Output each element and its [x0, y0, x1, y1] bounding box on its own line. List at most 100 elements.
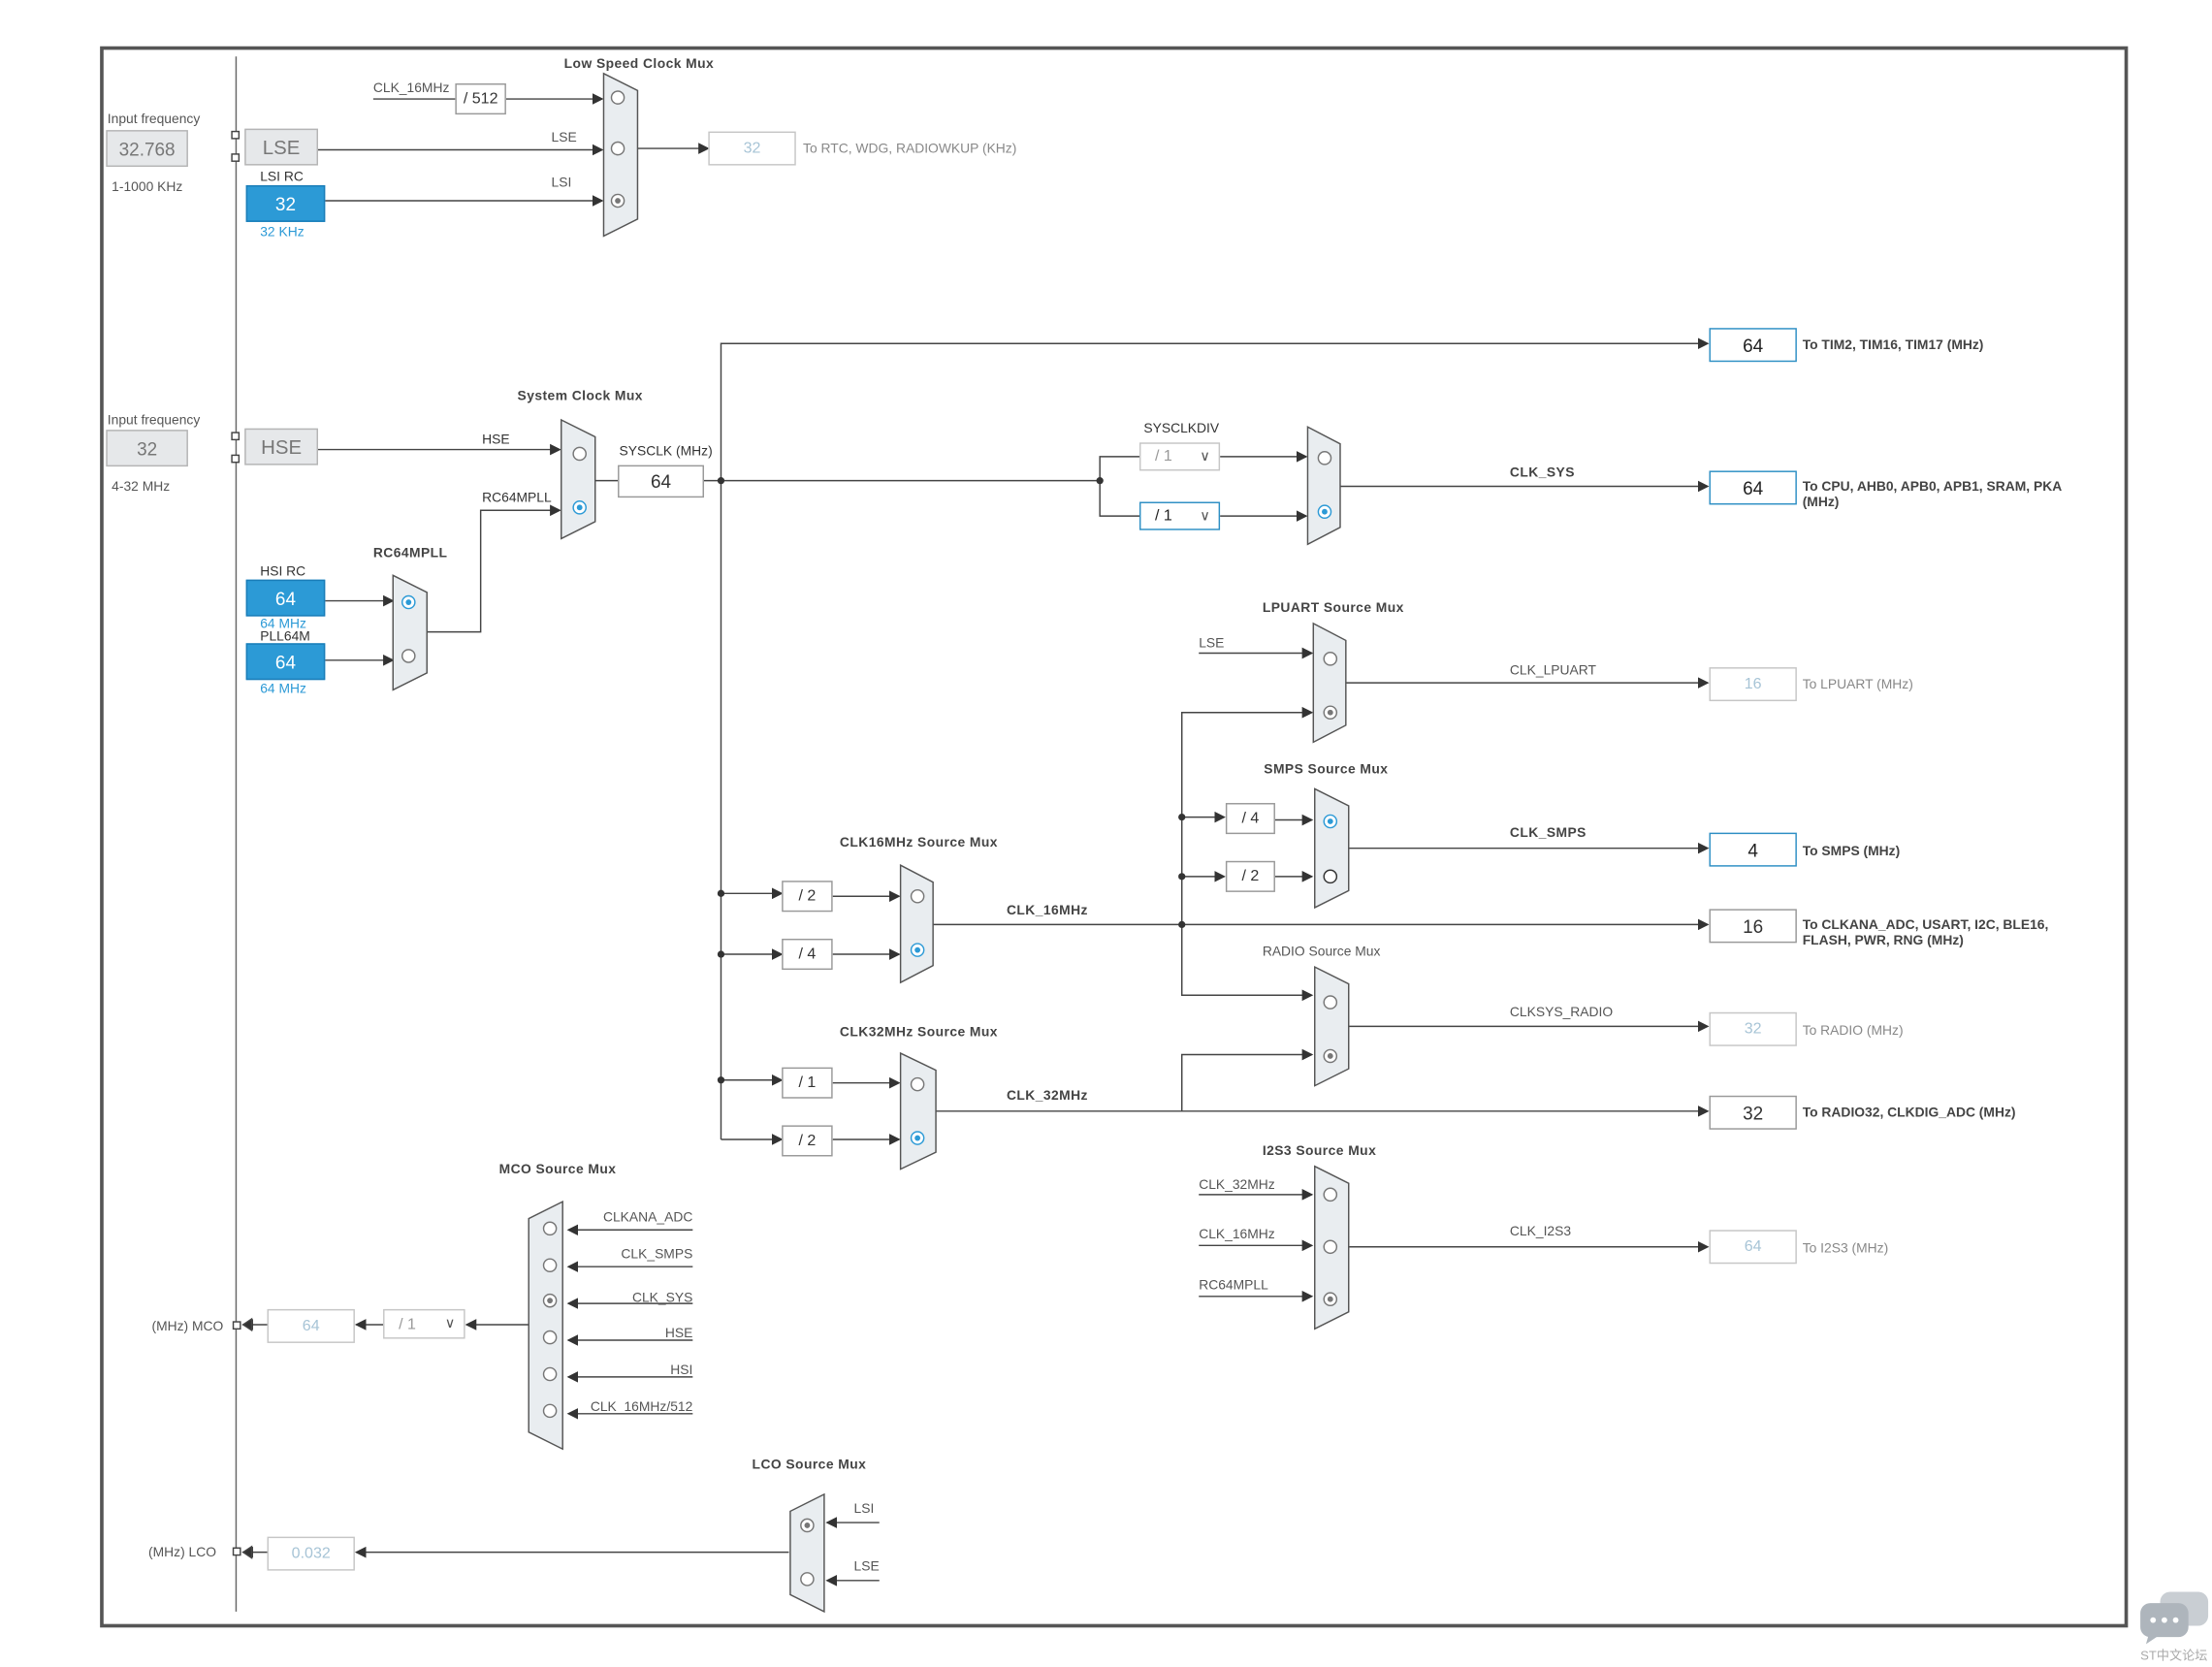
mco-in-4-label: HSI [670, 1362, 693, 1379]
lco-output-label: (MHz) LCO [148, 1545, 217, 1561]
smps-radio-div2[interactable] [1323, 869, 1338, 884]
clk32-output-label: To RADIO32, CLKDIG_ADC (MHz) [1802, 1105, 2016, 1122]
mco-radio-1[interactable] [542, 1258, 558, 1273]
rtc-wdg-output-field[interactable]: 32 [708, 131, 796, 166]
clock-tree-canvas: Input frequency 32.768 1-1000 KHz LSE LS… [0, 0, 2212, 1667]
clk-smps-signal-label: CLK_SMPS [1509, 825, 1587, 842]
smps-div4-block: / 4 [1225, 803, 1275, 835]
hsi-rc-block[interactable]: 64 [245, 579, 326, 617]
radio-radio-clk32[interactable] [1323, 1048, 1338, 1064]
radio-radio-clk16[interactable] [1323, 995, 1338, 1010]
clk32-output-field[interactable]: 32 [1709, 1095, 1797, 1130]
clk-i2s3-signal-label: CLK_I2S3 [1509, 1224, 1572, 1240]
lse-source-block[interactable]: LSE [244, 128, 319, 166]
lpuart-in-lse-label: LSE [1199, 636, 1225, 653]
hsi-rc-title: HSI RC [260, 563, 306, 580]
lsi-rc-title: LSI RC [260, 169, 304, 185]
clk32-radio-div1[interactable] [910, 1076, 925, 1092]
lsi-unit-label: 32 KHz [260, 224, 305, 240]
clk16-output-label: To CLKANA_ADC, USART, I2C, BLE16, FLASH,… [1802, 917, 2049, 949]
cpu-output-label: To CPU, AHB0, APB0, APB1, SRAM, PKA (MHz… [1802, 479, 2062, 511]
tim-output-field[interactable]: 64 [1709, 328, 1797, 363]
sysclk-output-field[interactable]: 64 [618, 465, 704, 498]
clk16-output-field[interactable]: 16 [1709, 909, 1797, 944]
clk16-radio-div4[interactable] [910, 943, 925, 957]
mco-divider-dropdown[interactable]: / 1 ∨ [383, 1308, 465, 1339]
clk-sys-signal-label: CLK_SYS [1509, 465, 1575, 481]
lco-in-lsi-label: LSI [853, 1501, 875, 1518]
i2s3-radio-clk32[interactable] [1323, 1187, 1338, 1202]
i2s3-output-field[interactable]: 64 [1709, 1230, 1797, 1265]
tim-output-label: To TIM2, TIM16, TIM17 (MHz) [1802, 337, 1984, 354]
lsi-rc-block[interactable]: 32 [245, 184, 326, 222]
hse-source-block[interactable]: HSE [244, 428, 319, 465]
low-speed-in-lse-label: LSE [551, 130, 577, 146]
sysclkdiv-radio-a[interactable] [1317, 451, 1332, 465]
radio-output-field[interactable]: 32 [1709, 1011, 1797, 1046]
smps-radio-div4[interactable] [1323, 814, 1338, 829]
sysclkdiv-dropdown-a[interactable]: / 1 ∨ [1138, 442, 1221, 471]
mco-radio-2[interactable] [542, 1293, 558, 1308]
radio-output-label: To RADIO (MHz) [1802, 1023, 1904, 1040]
clk16-div4-block: / 4 [782, 938, 833, 971]
i2s3-radio-rc64mpll[interactable] [1323, 1292, 1338, 1307]
low-speed-radio-lse[interactable] [610, 141, 625, 156]
rc64mpll-title: RC64MPLL [372, 545, 448, 561]
clk32-mux-title: CLK32MHz Source Mux [839, 1024, 998, 1041]
mco-radio-4[interactable] [542, 1366, 558, 1382]
i2s3-mux-title: I2S3 Source Mux [1262, 1143, 1377, 1160]
sysclkdiv-dropdown-b[interactable]: / 1 ∨ [1138, 501, 1221, 530]
mco-output-field[interactable]: 64 [267, 1308, 355, 1343]
low-speed-in-clk16-label: CLK_16MHz [372, 80, 450, 97]
lco-radio-lse[interactable] [800, 1572, 815, 1587]
sysclkdiv-dropdown-b-value: / 1 [1155, 507, 1172, 525]
low-speed-in-lsi-label: LSI [551, 175, 572, 191]
clk32-div2-block: / 2 [782, 1125, 833, 1157]
i2s3-in-a-label: CLK_32MHz [1199, 1177, 1275, 1194]
chevron-down-icon: ∨ [1200, 449, 1210, 465]
smps-mux-title: SMPS Source Mux [1264, 761, 1389, 778]
low-speed-radio-clk16[interactable] [610, 90, 625, 105]
smps-div2-block: / 2 [1225, 860, 1275, 892]
lpuart-mux-title: LPUART Source Mux [1262, 600, 1404, 617]
clk32-radio-div2[interactable] [910, 1131, 925, 1145]
hse-range-label: 4-32 MHz [112, 479, 171, 496]
mco-radio-5[interactable] [542, 1403, 558, 1419]
hse-input-frequency-field[interactable]: 32 [106, 430, 188, 467]
rc64mpll-radio-pll64m[interactable] [401, 649, 416, 663]
clksys-radio-signal-label: CLKSYS_RADIO [1509, 1005, 1614, 1021]
sysclk-mux-in-hse-label: HSE [482, 433, 510, 449]
mco-in-3-label: HSE [664, 1326, 693, 1342]
low-speed-radio-lsi[interactable] [610, 193, 625, 208]
smps-output-field[interactable]: 4 [1709, 832, 1797, 867]
clk16-div2-block: / 2 [782, 881, 833, 913]
i2s3-in-b-label: CLK_16MHz [1199, 1227, 1275, 1243]
sysclkdiv-radio-b[interactable] [1317, 504, 1332, 520]
chevron-down-icon: ∨ [1200, 508, 1210, 525]
lse-input-frequency-label: Input frequency [107, 112, 201, 128]
pll64m-block[interactable]: 64 [245, 643, 326, 681]
lco-output-field[interactable]: 0.032 [267, 1536, 355, 1571]
sysclkdiv-title: SYSCLKDIV [1143, 421, 1220, 437]
lco-mux-title: LCO Source Mux [752, 1457, 867, 1474]
mco-radio-0[interactable] [542, 1221, 558, 1236]
lco-radio-lsi[interactable] [800, 1518, 815, 1533]
system-clock-mux-title: System Clock Mux [517, 388, 643, 404]
sysclk-radio-rc64mpll[interactable] [572, 500, 587, 515]
sysclk-radio-hse[interactable] [572, 446, 587, 462]
sysclk-mux-in-pll-label: RC64MPLL [482, 490, 552, 506]
lpuart-radio-lse[interactable] [1323, 652, 1338, 666]
lpuart-output-field[interactable]: 16 [1709, 667, 1797, 702]
lse-input-frequency-field[interactable]: 32.768 [106, 130, 188, 168]
lpuart-radio-bus[interactable] [1323, 705, 1338, 721]
hse-input-frequency-label: Input frequency [107, 412, 201, 429]
mco-radio-3[interactable] [542, 1330, 558, 1345]
chevron-down-icon: ∨ [444, 1316, 456, 1332]
clk-lpuart-signal-label: CLK_LPUART [1509, 662, 1596, 679]
clk16-radio-div2[interactable] [910, 888, 925, 904]
mco-in-2-label: CLK_SYS [631, 1290, 693, 1307]
rc64mpll-radio-hsi[interactable] [401, 594, 416, 610]
mco-mux-title: MCO Source Mux [498, 1162, 617, 1178]
i2s3-radio-clk16[interactable] [1323, 1239, 1338, 1255]
cpu-output-field[interactable]: 64 [1709, 470, 1797, 505]
